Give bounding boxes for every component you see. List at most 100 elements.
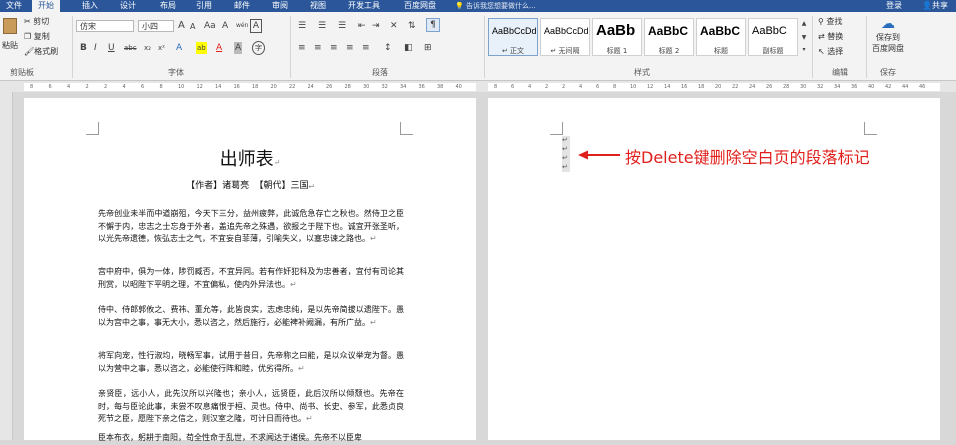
shrink-font-icon[interactable]: A: [190, 21, 195, 33]
subscript-icon[interactable]: x₂: [144, 42, 151, 54]
text-effects-icon[interactable]: A: [176, 42, 182, 54]
style-no-spacing[interactable]: AaBbCcDd ↵ 无间隔: [540, 18, 590, 56]
justify-icon[interactable]: ≡: [346, 42, 354, 54]
char-shading-icon[interactable]: A: [234, 42, 243, 54]
styles-group-label: 样式: [634, 68, 650, 77]
doc-paragraph-text: 臣本布衣，躬耕于南阳，苟全性命于乱世，不求闻达于诸侯。先帝不以臣卑: [98, 433, 362, 442]
line-spacing-icon[interactable]: ↕: [384, 42, 392, 54]
char-border-icon[interactable]: A: [250, 19, 262, 33]
styles-scroll-down-icon[interactable]: ▼: [800, 32, 808, 44]
tab-insert[interactable]: 插入: [76, 0, 104, 12]
shading-icon[interactable]: ◧: [404, 42, 413, 54]
brush-icon: 🖌: [24, 47, 35, 56]
tab-design[interactable]: 设计: [114, 0, 142, 12]
font-color-icon[interactable]: A: [216, 42, 222, 54]
vertical-ruler[interactable]: [0, 92, 13, 440]
align-center-icon[interactable]: ≡: [314, 42, 322, 54]
ruler-tick-label: 10: [178, 84, 185, 90]
doc-paragraph[interactable]: 宫中府中，俱为一体，陟罚臧否，不宜异同。若有作奸犯科及为忠善者，宜付有司论其刑赏…: [98, 266, 404, 291]
change-case-icon[interactable]: Aa: [204, 20, 216, 32]
superscript-icon[interactable]: x²: [158, 42, 165, 54]
horizontal-ruler-left[interactable]: 8 6 4 2 2 4 6 8 10 12 14 16 18 20 22 24 26 28 30 32 34 36 38 40: [24, 83, 476, 91]
scissors-icon: ✂: [24, 17, 31, 26]
styles-more-icon[interactable]: ▾: [800, 44, 808, 56]
style-normal[interactable]: AaBbCcDd ↵ 正文: [488, 18, 538, 56]
phonetic-guide-icon[interactable]: wén: [236, 20, 248, 32]
underline-icon[interactable]: U: [108, 42, 115, 54]
numbering-icon[interactable]: ☰: [318, 20, 326, 32]
document-author[interactable]: 【作者】诸葛亮 【朝代】三国↵: [24, 178, 476, 191]
style-heading-2[interactable]: AaBbC 标题 2: [644, 18, 694, 56]
find-button[interactable]: ⚲ 查找: [818, 16, 842, 27]
find-label: 查找: [826, 17, 843, 26]
font-name-combo[interactable]: 仿宋: [76, 20, 134, 32]
doc-paragraph[interactable]: 先帝创业未半而中道崩殂，今天下三分，益州疲弊，此诚危急存亡之秋也。然侍卫之臣不懈…: [98, 208, 404, 246]
ruler-tick-label: 4: [579, 84, 583, 90]
style-heading-1[interactable]: AaBb 标题 1: [592, 18, 642, 56]
save-to-baidu-button[interactable]: ☁ 保存到 百度网盘: [868, 16, 908, 54]
multilevel-list-icon[interactable]: ☰: [338, 20, 346, 32]
ruler-tick-label: 4: [122, 84, 126, 90]
bold-icon[interactable]: B: [80, 42, 87, 54]
distributed-icon[interactable]: ≡: [362, 42, 370, 54]
ruler-tick-label: 14: [664, 84, 671, 90]
document-title[interactable]: 出师表↵: [24, 145, 476, 171]
align-right-icon[interactable]: ≡: [330, 42, 338, 54]
horizontal-ruler-right[interactable]: 8 6 4 2 2 4 6 8 10 12 14 16 18 20 22 24 26 28 30 32 34 36 40 42…: [488, 83, 940, 91]
format-painter-button[interactable]: 🖌格式刷: [24, 46, 58, 57]
paragraph-group-label: 段落: [372, 68, 388, 77]
strikethrough-icon[interactable]: abc: [124, 42, 137, 54]
ruler-tick-label: 46: [919, 84, 926, 90]
tab-file[interactable]: 文件: [0, 0, 28, 12]
borders-icon[interactable]: ⊞: [424, 42, 432, 54]
tab-references[interactable]: 引用: [190, 0, 218, 12]
tab-review[interactable]: 审阅: [266, 0, 294, 12]
style-subtitle[interactable]: AaBbC 副标题: [748, 18, 798, 56]
doc-paragraph[interactable]: 将军向宠，性行淑均，晓畅军事，试用于昔日，先帝称之曰能，是以众议举宠为督。愚以为…: [98, 350, 404, 375]
replace-button[interactable]: ⇄ 替换: [818, 31, 843, 42]
show-hide-marks-icon[interactable]: ¶: [426, 18, 440, 32]
ruler-tick-label: 36: [418, 84, 425, 90]
style-name: 标题 2: [658, 47, 680, 55]
cut-button[interactable]: ✂ 剪切: [24, 16, 49, 27]
decrease-indent-icon[interactable]: ⇤: [358, 20, 366, 32]
tab-home[interactable]: 开始: [32, 0, 60, 12]
doc-paragraph[interactable]: 亲贤臣，远小人，此先汉所以兴隆也；亲小人，远贤臣，此后汉所以倾颓也。先帝在时，每…: [98, 388, 404, 426]
doc-paragraph[interactable]: 侍中、侍郎郭攸之、费祎、董允等，此皆良实，志虑忠纯，是以先帝简拔以遗陛下。愚以为…: [98, 304, 404, 329]
chinese-layout-icon[interactable]: ✕: [390, 20, 398, 32]
tab-layout[interactable]: 布局: [154, 0, 182, 12]
ruler-tick-label: 28: [783, 84, 790, 90]
clear-format-icon[interactable]: A: [222, 20, 228, 32]
enclose-char-icon[interactable]: 字: [252, 41, 265, 55]
share-button[interactable]: 👤共享: [922, 0, 948, 11]
tab-view[interactable]: 视图: [304, 0, 332, 12]
ruler-tick-label: 30: [363, 84, 370, 90]
tab-developer[interactable]: 开发工具: [342, 0, 386, 12]
login-link[interactable]: 登录: [886, 0, 902, 11]
increase-indent-icon[interactable]: ⇥: [372, 20, 380, 32]
ruler-tick-label: 10: [630, 84, 637, 90]
styles-scroll-up-icon[interactable]: ▲: [800, 18, 808, 30]
clipboard-group-label: 剪贴板: [10, 68, 34, 77]
highlight-icon[interactable]: ab: [196, 42, 207, 54]
font-size-combo[interactable]: 小四: [138, 20, 174, 32]
empty-paragraph-marks[interactable]: ↵ ↵ ↵ ↵: [562, 136, 570, 172]
copy-button[interactable]: ❐ 复制: [24, 31, 50, 42]
tab-mailings[interactable]: 邮件: [228, 0, 256, 12]
style-title[interactable]: AaBbC 标题: [696, 18, 746, 56]
bullets-icon[interactable]: ☰: [298, 20, 306, 32]
sort-icon[interactable]: ⇅: [408, 20, 416, 32]
ruler-tick-label: 44: [902, 84, 909, 90]
margin-corner-mark: [550, 122, 563, 135]
italic-icon[interactable]: I: [94, 42, 97, 54]
select-button[interactable]: ↖ 选择: [818, 46, 843, 57]
align-left-icon[interactable]: ≡: [298, 42, 306, 54]
doc-paragraph[interactable]: 臣本布衣，躬耕于南阳，苟全性命于乱世，不求闻达于诸侯。先帝不以臣卑: [98, 432, 404, 445]
grow-font-icon[interactable]: A: [178, 20, 185, 32]
tab-baidu-netdisk[interactable]: 百度网盘: [398, 0, 442, 12]
editing-group-label: 编辑: [832, 68, 848, 77]
paste-button[interactable]: 粘贴: [0, 18, 20, 56]
paragraph-mark: ↵: [370, 317, 377, 327]
tell-me-box[interactable]: 💡 告诉我您想要做什么...: [455, 1, 585, 11]
select-label: 选择: [827, 47, 844, 56]
